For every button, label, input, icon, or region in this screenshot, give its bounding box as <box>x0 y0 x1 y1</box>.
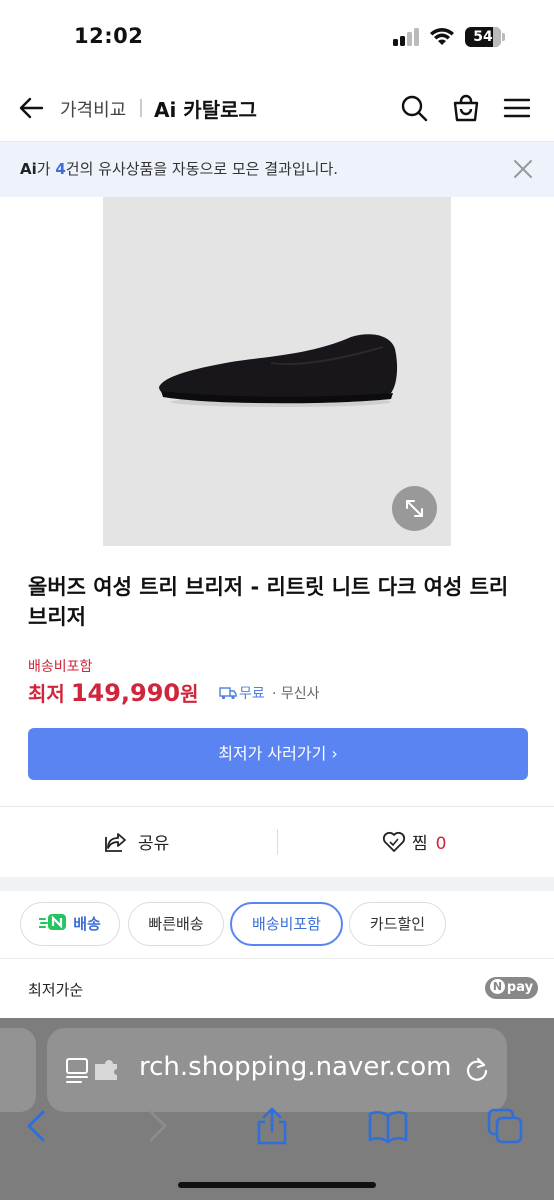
npay-badge-label: pay <box>506 980 534 995</box>
chip-fast-delivery[interactable]: 빠른배송 <box>128 902 224 946</box>
like-label: 찜 <box>412 834 428 854</box>
search-icon[interactable] <box>398 92 430 124</box>
price-unit: 원 <box>180 682 199 706</box>
like-button[interactable]: 찜0 <box>382 829 446 855</box>
bookmarks-icon[interactable] <box>368 1106 408 1146</box>
browser-forward-icon[interactable] <box>137 1106 177 1146</box>
wifi-icon <box>430 28 454 45</box>
expand-icon <box>406 500 423 517</box>
tabs-icon[interactable] <box>485 1106 525 1146</box>
breadcrumb-divider <box>140 99 142 117</box>
banner-ai-label: Ai <box>20 160 37 178</box>
buy-lowest-price-button[interactable]: 최저가 사러가기 › <box>28 728 528 780</box>
battery-level: 54 <box>473 29 493 45</box>
shipping-free-label: 무료 <box>239 686 265 702</box>
chip-shipping-included[interactable]: 배송비포함 <box>230 902 343 946</box>
banner-count: 4 <box>55 160 66 178</box>
product-image[interactable] <box>103 197 451 546</box>
menu-icon[interactable] <box>501 92 533 124</box>
url-text: rch.shopping.naver.com <box>139 1052 452 1082</box>
ai-notice-banner: Ai가 4건의 유사상품을 자동으로 모은 결과입니다. <box>0 141 554 197</box>
price-label: 최저 <box>28 682 65 706</box>
like-count: 0 <box>435 834 447 854</box>
page-title: Ai 카탈로그 <box>154 98 257 122</box>
share-label: 공유 <box>138 834 170 854</box>
shoe-image <box>159 334 398 407</box>
banner-prefix: 가 <box>36 160 56 178</box>
top-nav: 가격비교 Ai 카탈로그 <box>0 76 554 140</box>
cellular-signal-icon <box>393 28 423 46</box>
shipping-info: 무료 <box>219 683 265 703</box>
browser-toolbar: rch.shopping.naver.com <box>0 1018 554 1200</box>
sort-option[interactable]: 최저가순 <box>28 979 83 1000</box>
status-time: 12:02 <box>74 24 144 48</box>
section-gap <box>0 877 554 891</box>
battery-icon: 54 <box>465 27 505 47</box>
chip-npay-delivery[interactable]: 배송 <box>20 902 120 946</box>
shipping-included-label: 배송비포함 <box>28 659 93 675</box>
price-value: 149,990 <box>70 679 181 707</box>
breadcrumb[interactable]: 가격비교 <box>60 96 126 122</box>
share-icon <box>105 833 126 852</box>
banner-suffix: 건의 유사상품을 자동으로 모은 결과입니다. <box>65 160 339 178</box>
previous-tab[interactable] <box>0 1028 36 1112</box>
reload-icon[interactable] <box>463 1056 491 1084</box>
banner-message: Ai가 4건의 유사상품을 자동으로 모은 결과입니다. <box>20 158 338 179</box>
address-bar[interactable]: rch.shopping.naver.com <box>47 1028 507 1112</box>
product-title: 올버즈 여성 트리 브리저 - 리트릿 니트 다크 여성 트리 브리저 <box>28 575 509 629</box>
truck-icon <box>219 687 237 700</box>
naver-delivery-icon <box>39 914 67 930</box>
home-indicator <box>178 1182 376 1188</box>
browser-share-icon[interactable] <box>252 1106 292 1146</box>
action-divider <box>277 829 278 855</box>
price-row: 최저 149,990원 <box>28 678 199 708</box>
sort-row: 최저가순 Npay <box>0 958 554 1018</box>
chip-label: 배송 <box>73 915 101 933</box>
npay-n-icon: N <box>489 979 505 994</box>
status-bar: 12:02 54 <box>0 0 554 76</box>
action-row: 공유 찜0 <box>0 807 554 877</box>
npay-badge[interactable]: Npay <box>485 977 538 999</box>
zoom-button[interactable] <box>392 486 437 531</box>
browser-back-icon[interactable] <box>17 1106 57 1146</box>
reader-mode-icon[interactable] <box>65 1056 125 1086</box>
shopping-bag-icon[interactable] <box>450 92 482 124</box>
chip-card-discount[interactable]: 카드할인 <box>349 902 446 946</box>
back-arrow-icon[interactable] <box>16 92 48 124</box>
heart-icon <box>382 831 406 852</box>
close-icon[interactable] <box>511 157 535 181</box>
share-button[interactable]: 공유 <box>104 829 169 855</box>
seller-name[interactable]: · 무신사 <box>272 683 320 703</box>
